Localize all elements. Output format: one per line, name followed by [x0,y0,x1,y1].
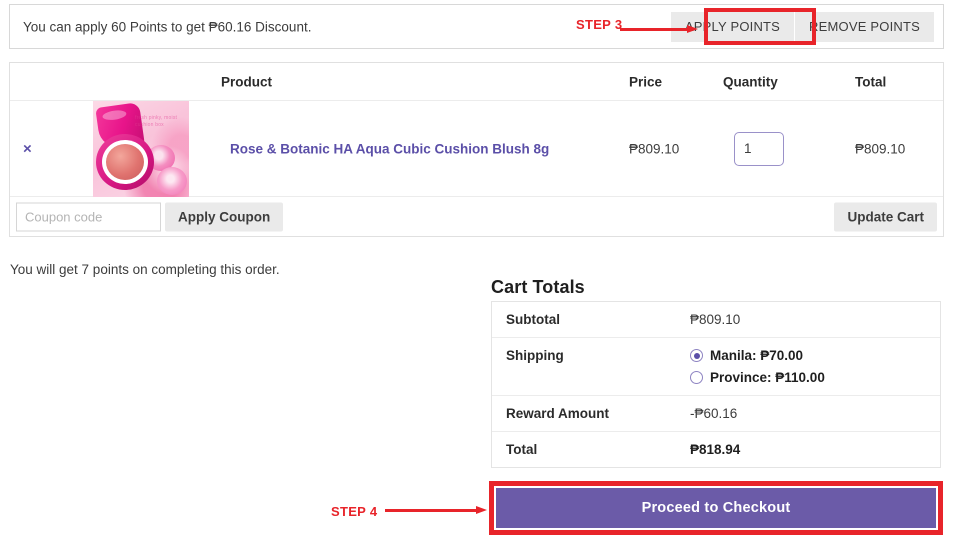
cart-table: Product Price Quantity Total × fresh pin… [9,62,944,237]
product-line-total: ₱809.10 [855,141,906,156]
points-notice-bar: You can apply 60 Points to get ₱60.16 Di… [9,4,944,49]
cart-table-header-row: Product Price Quantity Total [10,63,943,101]
totals-value-reward-amount: -₱60.16 [690,406,738,421]
shipping-option-manila-label: Manila: ₱70.00 [710,348,804,363]
step-4-annotation-label: STEP 4 [331,504,378,519]
update-cart-button[interactable]: Update Cart [834,202,937,232]
checkout-highlight [489,481,943,535]
totals-label-reward-amount: Reward Amount [506,406,610,421]
quantity-input[interactable] [734,131,784,166]
column-header-product: Product [221,74,273,89]
step-4-arrow-icon [385,506,487,515]
earn-points-note: You will get 7 points on completing this… [10,262,280,277]
remove-points-button[interactable]: REMOVE POINTS [795,11,934,42]
shipping-options: Manila: ₱70.00 Province: ₱110.00 [690,338,940,395]
cart-actions-row: Apply Coupon Update Cart [10,197,943,237]
totals-label-total: Total [506,442,538,457]
apply-coupon-button[interactable]: Apply Coupon [165,202,284,232]
product-thumbnail[interactable]: fresh pinky, moist cushion box [93,100,189,197]
totals-row-reward-amount: Reward Amount -₱60.16 [492,396,940,432]
column-header-price: Price [629,74,663,89]
totals-label-subtotal: Subtotal [506,312,560,327]
totals-value-total: ₱818.94 [690,442,741,457]
column-header-total: Total [855,74,887,89]
step-3-annotation-label: STEP 3 [576,17,623,32]
points-button-group: APPLY POINTS REMOVE POINTS [670,11,934,42]
coupon-code-input[interactable] [16,202,161,232]
cart-item-row: × fresh pinky, moist cushion box Rose & … [10,100,943,197]
shipping-option-province[interactable]: Province: ₱110.00 [690,370,930,385]
product-unit-price: ₱809.10 [629,141,680,156]
thumbnail-caption: fresh pinky, moist cushion box [135,114,178,128]
totals-row-subtotal: Subtotal ₱809.10 [492,302,940,338]
cart-page: You can apply 60 Points to get ₱60.16 Di… [0,0,953,538]
step-3-arrow-icon [620,25,698,34]
totals-row-shipping: Shipping Manila: ₱70.00 Province: ₱110.0… [492,338,940,396]
column-header-quantity: Quantity [723,74,778,89]
radio-province-icon[interactable] [690,371,703,384]
cart-totals-table: Subtotal ₱809.10 Shipping Manila: ₱70.00… [491,301,941,468]
totals-row-total: Total ₱818.94 [492,432,940,467]
shipping-option-province-label: Province: ₱110.00 [710,370,825,385]
totals-value-subtotal: ₱809.10 [690,312,741,327]
cart-totals-title: Cart Totals [491,277,585,297]
shipping-option-manila[interactable]: Manila: ₱70.00 [690,348,930,363]
product-name-link[interactable]: Rose & Botanic HA Aqua Cubic Cushion Blu… [230,141,549,156]
radio-manila-icon[interactable] [690,349,703,362]
points-message: You can apply 60 Points to get ₱60.16 Di… [23,19,312,34]
totals-label-shipping: Shipping [506,348,564,363]
remove-item-icon[interactable]: × [23,140,32,157]
